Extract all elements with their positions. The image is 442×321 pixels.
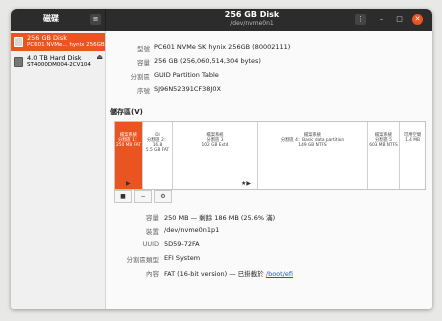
- eject-icon[interactable]: ⏏: [11, 53, 103, 61]
- drive-info-row: 序號 SJ96N52391CF38J0X: [106, 85, 432, 96]
- mounted-star-icon: ★▶: [241, 180, 251, 187]
- disks-window: 磁碟 ≡ 256 GB Disk /dev/nvme0n1 ⋮ – □ ✕ 25…: [11, 9, 432, 309]
- detail-value: 5D59-72FA: [164, 240, 200, 248]
- partition-label: 檔案系統 分割區 4：Basic data partition 149 GB N…: [280, 133, 345, 148]
- drive-info-value: SJ96N52391CF38J0X: [154, 85, 221, 93]
- play-icon: ▶: [126, 180, 131, 187]
- detail-value: FAT (16-bit version) — 已掛載於 /boot/efi: [164, 268, 293, 278]
- detail-row: UUID 5D59-72FA: [106, 240, 432, 251]
- partition-label: 檔案系統 分割區 3 102 GB Ext4: [201, 133, 229, 148]
- volumes-title: 儲存區(V): [110, 108, 143, 116]
- disk-details: 型號 PC601 NVMe SK hynix 256GB (80002111) …: [106, 31, 432, 309]
- detail-row: 內容 FAT (16-bit version) — 已掛載於 /boot/efi: [106, 268, 432, 279]
- drive-info-label: 序號: [137, 87, 150, 95]
- drive-info-label: 分割區: [130, 73, 151, 81]
- mount-point-link[interactable]: /boot/efi: [266, 270, 293, 278]
- partition-label: Di 分割區 2：16.8 5.5 GB FAT: [145, 133, 170, 153]
- detail-row: 裝置 /dev/nvme0n1p1: [106, 226, 432, 237]
- header-bar: 磁碟 ≡ 256 GB Disk /dev/nvme0n1 ⋮ – □ ✕: [11, 9, 432, 31]
- detail-value: 250 MB — 剩餘 186 MB (25.6% 滿): [164, 214, 276, 222]
- drive-info-row: 型號 PC601 NVMe SK hynix 256GB (80002111): [106, 43, 432, 54]
- partition-1[interactable]: 檔案系統 分割區 1： 250 MB FAT ▶: [115, 122, 143, 189]
- detail-value: EFI System: [164, 254, 201, 262]
- drive-info-value: 256 GB (256,060,514,304 bytes): [154, 57, 261, 65]
- maximize-icon[interactable]: □: [394, 14, 405, 25]
- partition-4[interactable]: 檔案系統 分割區 4：Basic data partition 149 GB N…: [258, 122, 368, 189]
- detail-row: 容量 250 MB — 剩餘 186 MB (25.6% 滿): [106, 212, 432, 223]
- disk-model: ST4000DM004-2CV104: [27, 62, 91, 68]
- detail-label: 容量: [146, 214, 159, 222]
- disk-sidebar: 256 GB Disk PC601 NVMe... hynix 256GB 4.…: [11, 31, 106, 309]
- detail-row: 分割區類型 EFI System: [106, 254, 432, 265]
- disk-item-256gb[interactable]: 256 GB Disk PC601 NVMe... hynix 256GB: [11, 33, 105, 51]
- drive-info-row: 分割區 GUID Partition Table: [106, 71, 432, 82]
- detail-label: 分割區類型: [126, 256, 160, 264]
- minimize-icon[interactable]: –: [376, 14, 387, 25]
- drive-info-label: 容量: [137, 59, 150, 67]
- partition-label: 檔案系統 分割區 1： 250 MB FAT: [116, 133, 141, 148]
- partition-2[interactable]: Di 分割區 2：16.8 5.5 GB FAT: [143, 122, 173, 189]
- partition-3[interactable]: 檔案系統 分割區 3 102 GB Ext4 ★▶: [173, 122, 258, 189]
- detail-label: UUID: [142, 240, 159, 248]
- drive-info-label: 型號: [137, 45, 150, 53]
- ssd-icon: [14, 37, 23, 47]
- detail-label: 內容: [146, 270, 159, 278]
- drive-info-value: PC601 NVMe SK hynix 256GB (80002111): [154, 43, 291, 51]
- remove-partition-button[interactable]: −: [134, 190, 152, 203]
- kebab-menu-icon[interactable]: ⋮: [355, 14, 366, 25]
- partition-label: 檔案系統 分割區 5 603 MB NTFS: [369, 133, 398, 148]
- partition-label: 可用空間 1.4 MB: [403, 133, 422, 143]
- window-title: 256 GB Disk: [224, 10, 280, 19]
- disk-model: PC601 NVMe... hynix 256GB: [27, 42, 105, 48]
- close-icon[interactable]: ✕: [412, 14, 423, 25]
- sidebar-title: 磁碟: [43, 14, 59, 23]
- detail-label: 裝置: [146, 228, 159, 236]
- sidebar-header: 磁碟 ≡: [11, 9, 106, 31]
- partition-5[interactable]: 檔案系統 分割區 5 603 MB NTFS: [368, 122, 400, 189]
- detail-value: /dev/nvme0n1p1: [164, 226, 220, 234]
- hamburger-menu-icon[interactable]: ≡: [90, 14, 101, 25]
- disk-name: 256 GB Disk: [27, 34, 67, 42]
- window-subtitle: /dev/nvme0n1: [230, 20, 274, 27]
- volume-map: 檔案系統 分割區 1： 250 MB FAT ▶ Di 分割區 2：16.8 5…: [114, 121, 426, 190]
- content-text: FAT (16-bit version) — 已掛載於: [164, 270, 264, 278]
- drive-info-row: 容量 256 GB (256,060,514,304 bytes): [106, 57, 432, 68]
- settings-icon[interactable]: ⚙: [154, 190, 172, 203]
- drive-info-value: GUID Partition Table: [154, 71, 219, 79]
- stop-button[interactable]: ■: [114, 190, 132, 203]
- free-space[interactable]: 可用空間 1.4 MB: [400, 122, 425, 189]
